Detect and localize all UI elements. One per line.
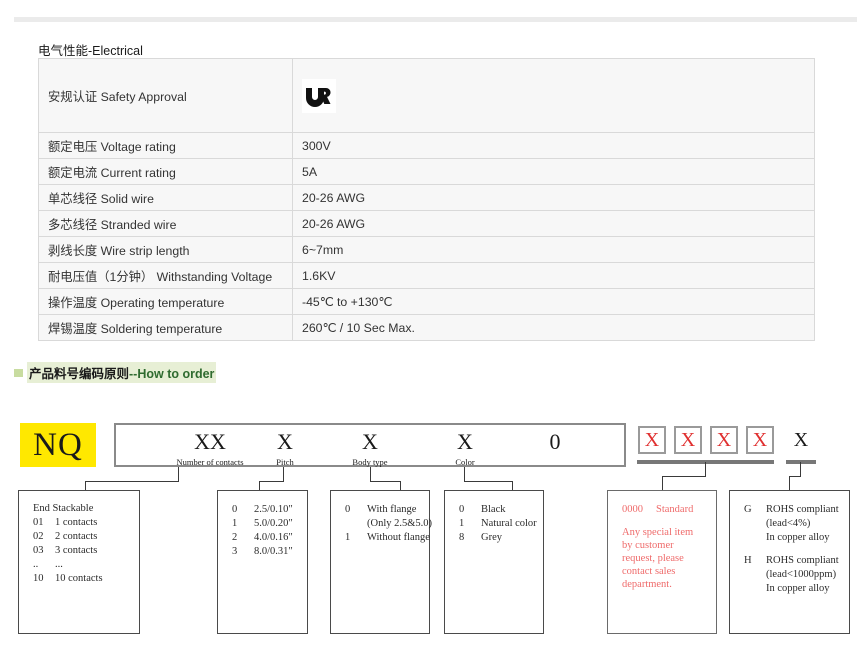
list-item: 0 With flange <box>345 504 417 515</box>
list-item: ..... <box>33 559 63 570</box>
suffix-box-2: X <box>674 426 702 454</box>
electrical-section-title: 电气性能-Electrical <box>38 44 143 58</box>
table-row: 剥线长度 Wire strip length 6~7mm <box>38 236 815 263</box>
list-item: 3 8.0/0.31″ <box>232 546 293 557</box>
legend-title: End Stackable <box>33 503 94 514</box>
spec-label: 额定电流 Current rating <box>38 158 293 185</box>
list-item: 1 Natural color <box>459 518 537 529</box>
rohs-underline <box>786 460 816 464</box>
spec-label: 多芯线径 Stranded wire <box>38 210 293 237</box>
list-item: H ROHS compliant <box>744 555 839 566</box>
connector-rohs-v2 <box>789 476 790 491</box>
list-item: In copper alloy <box>766 532 830 543</box>
code-slot-fixed-zero: 0 <box>549 429 561 454</box>
table-row: 额定电压 Voltage rating 300V <box>38 132 815 159</box>
list-item: In copper alloy <box>766 583 830 594</box>
list-item: (Only 2.5&5.0) <box>367 518 433 529</box>
table-row: 额定电流 Current rating 5A <box>38 158 815 185</box>
legend-rohs: G ROHS compliant (lead<4%) In copper allo… <box>729 490 850 634</box>
special-order-note: Any special item by customer request, pl… <box>622 527 694 590</box>
top-divider-bar <box>14 17 857 22</box>
list-item: 2 4.0/0.16″ <box>232 532 293 543</box>
table-row: 耐电压值（1分钟） Withstanding Voltage 1.6KV <box>38 262 815 289</box>
legend-body-type: 0 With flange (Only 2.5&5.0) 1 Without fla… <box>330 490 433 634</box>
spec-value <box>292 58 815 133</box>
table-row: 焊锡温度 Soldering temperature 260℃ / 10 Sec… <box>38 314 815 341</box>
spec-value: 300V <box>292 132 815 159</box>
ul-safety-mark-icon <box>302 78 336 113</box>
connector-rohs-v1 <box>800 462 801 476</box>
suffix-rohs-char: X <box>793 428 809 451</box>
spec-value: 20-26 AWG <box>292 184 815 211</box>
how-to-order-title: 产品料号编码原则--How to order <box>27 362 217 383</box>
legend-color: 0 Black 1 Natural color 8 Grey <box>444 490 544 634</box>
spec-label: 剥线长度 Wire strip length <box>38 236 293 263</box>
legend-contacts: End Stackable 01 1 contacts 02 2 contacts … <box>18 490 140 634</box>
list-item: 1 5.0/0.20″ <box>232 518 293 529</box>
connector-special-v1 <box>705 462 706 476</box>
suffix-box-3: X <box>710 426 738 454</box>
spec-value: 1.6KV <box>292 262 815 289</box>
spec-label: 单芯线径 Solid wire <box>38 184 293 211</box>
connector-pitch-v1 <box>283 467 284 481</box>
legend-pitch: 0 2.5/0.10″ 1 5.0/0.20″ 2 4.0/0.16″ 3 8.0/0.… <box>217 490 308 634</box>
list-item: G ROHS compliant <box>744 504 839 515</box>
spec-value: -45℃ to +130℃ <box>292 288 815 315</box>
list-item: 03 3 contacts <box>33 545 98 556</box>
spec-value: 20-26 AWG <box>292 210 815 237</box>
code-slot-body-type: X Body type <box>352 429 388 467</box>
how-to-order-header: 产品料号编码原则--How to order <box>14 362 217 383</box>
connector-color-h <box>464 481 512 482</box>
part-prefix-nq: NQ <box>20 423 96 467</box>
table-row: 多芯线径 Stranded wire 20-26 AWG <box>38 210 815 237</box>
connector-pitch-h <box>259 481 284 482</box>
connector-special-v2 <box>662 476 663 491</box>
list-item: 02 2 contacts <box>33 531 98 542</box>
list-item: (lead<4%) <box>766 518 811 529</box>
connector-body-h <box>370 481 400 482</box>
connector-rohs-h <box>789 476 801 477</box>
spec-label: 安规认证 Safety Approval <box>38 58 293 133</box>
header-marker-icon <box>14 368 23 377</box>
list-item: 01 1 contacts <box>33 517 98 528</box>
list-item: 8 Grey <box>459 532 502 543</box>
connector-special-h <box>662 476 706 477</box>
suffix-box-1: X <box>638 426 666 454</box>
list-item: (lead<1000ppm) <box>766 569 837 580</box>
list-item: 0 Black <box>459 504 506 515</box>
table-row: 单芯线径 Solid wire 20-26 AWG <box>38 184 815 211</box>
connector-body-v1 <box>370 467 371 481</box>
table-row: 安规认证 Safety Approval <box>38 58 815 133</box>
connector-contacts-h <box>85 481 179 482</box>
suffix-box-4: X <box>746 426 774 454</box>
list-item: 0 2.5/0.10″ <box>232 504 293 515</box>
connector-contacts-v1 <box>178 467 179 481</box>
electrical-spec-table: 安规认证 Safety Approval 额定电压 Voltage rating… <box>38 58 815 341</box>
spec-value: 6~7mm <box>292 236 815 263</box>
list-item: 0000 Standard <box>622 504 694 515</box>
spec-label: 操作温度 Operating temperature <box>38 288 293 315</box>
legend-special-order: 0000 Standard Any special item by custome… <box>607 490 717 634</box>
list-item: 1 Without flange <box>345 532 430 543</box>
code-slot-pitch: X Pitch <box>276 429 294 467</box>
spec-label: 焊锡温度 Soldering temperature <box>38 314 293 341</box>
spec-value: 5A <box>292 158 815 185</box>
list-item: 10 10 contacts <box>33 573 103 584</box>
code-slot-color: X Color <box>455 429 475 467</box>
spec-label: 耐电压值（1分钟） Withstanding Voltage <box>38 262 293 289</box>
spec-value: 260℃ / 10 Sec Max. <box>292 314 815 341</box>
table-row: 操作温度 Operating temperature -45℃ to +130℃ <box>38 288 815 315</box>
spec-label: 额定电压 Voltage rating <box>38 132 293 159</box>
connector-color-v1 <box>464 467 465 481</box>
